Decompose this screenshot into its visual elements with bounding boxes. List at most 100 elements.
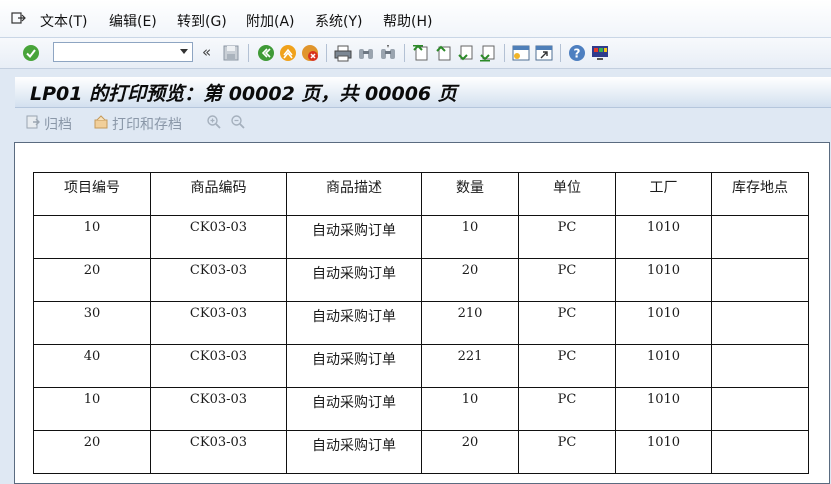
print-archive-label: 打印和存档 <box>112 117 182 133</box>
header-item-number: 项目编号 <box>33 172 151 216</box>
cell-storage-location <box>711 215 809 259</box>
menu-edit[interactable]: 编辑(E) <box>109 11 157 31</box>
collapse-chevron-icon[interactable]: « <box>202 43 211 61</box>
new-session-icon[interactable] <box>511 43 531 63</box>
previous-page-icon[interactable] <box>434 43 454 63</box>
standard-toolbar: « ? <box>0 38 831 69</box>
header-material-description: 商品描述 <box>286 172 422 216</box>
first-page-icon[interactable] <box>411 43 431 63</box>
cell-item-number: 20 <box>33 258 151 302</box>
cell-plant: 1010 <box>615 258 712 302</box>
cell-quantity: 221 <box>421 344 519 388</box>
table-row: 10 CK03-03 自动采购订单 10 PC 1010 <box>33 215 809 259</box>
cell-description: 自动采购订单 <box>286 301 422 345</box>
menu-exit-icon[interactable] <box>11 11 27 25</box>
cell-unit: PC <box>518 387 616 431</box>
cell-description: 自动采购订单 <box>286 215 422 259</box>
cell-unit: PC <box>518 215 616 259</box>
header-storage-location: 库存地点 <box>711 172 809 216</box>
header-unit: 单位 <box>518 172 616 216</box>
header-plant: 工厂 <box>615 172 712 216</box>
cell-quantity: 210 <box>421 301 519 345</box>
print-preview-page: 项目编号 商品编码 商品描述 数量 单位 工厂 库存地点 10 CK03-03 … <box>14 142 830 484</box>
exit-icon[interactable] <box>278 43 298 63</box>
cell-unit: PC <box>518 430 616 474</box>
enter-check-icon[interactable] <box>21 43 41 63</box>
last-page-icon[interactable] <box>478 43 498 63</box>
print-icon[interactable] <box>333 43 353 63</box>
chevron-down-icon[interactable] <box>180 49 188 54</box>
layout-menu-icon[interactable] <box>590 43 610 63</box>
menu-bar: 文本(T) 编辑(E) 转到(G) 附加(A) 系统(Y) 帮助(H) <box>0 0 831 38</box>
zoom-out-icon <box>231 115 245 129</box>
cell-plant: 1010 <box>615 387 712 431</box>
menu-goto[interactable]: 转到(G) <box>177 11 227 31</box>
find-next-icon[interactable] <box>378 43 398 63</box>
header-quantity: 数量 <box>421 172 519 216</box>
cell-plant: 1010 <box>615 344 712 388</box>
cell-description: 自动采购订单 <box>286 258 422 302</box>
cell-storage-location <box>711 387 809 431</box>
cell-plant: 1010 <box>615 301 712 345</box>
cell-item-number: 40 <box>33 344 151 388</box>
save-icon[interactable] <box>221 43 241 63</box>
command-field[interactable] <box>53 42 193 62</box>
cell-material-code: CK03-03 <box>150 215 287 259</box>
table-row: 10 CK03-03 自动采购订单 10 PC 1010 <box>33 387 809 431</box>
svg-text:?: ? <box>574 47 581 61</box>
zoom-in-button[interactable] <box>206 114 222 130</box>
table-header-row: 项目编号 商品编码 商品描述 数量 单位 工厂 库存地点 <box>33 172 809 216</box>
cell-item-number: 10 <box>33 215 151 259</box>
menu-extras[interactable]: 附加(A) <box>246 11 295 31</box>
toolbar-separator <box>248 44 249 62</box>
archive-icon <box>25 114 41 134</box>
cell-item-number: 10 <box>33 387 151 431</box>
cell-quantity: 10 <box>421 387 519 431</box>
items-table: 项目编号 商品编码 商品描述 数量 单位 工厂 库存地点 10 CK03-03 … <box>33 172 809 474</box>
archive-button[interactable]: 归档 <box>25 114 72 134</box>
print-archive-icon <box>93 114 109 134</box>
cell-description: 自动采购订单 <box>286 430 422 474</box>
cell-quantity: 10 <box>421 215 519 259</box>
cell-item-number: 20 <box>33 430 151 474</box>
cell-material-code: CK03-03 <box>150 301 287 345</box>
archive-label: 归档 <box>44 117 72 133</box>
table-row: 20 CK03-03 自动采购订单 20 PC 1010 <box>33 430 809 474</box>
toolbar-separator <box>504 44 505 62</box>
cell-quantity: 20 <box>421 430 519 474</box>
cell-quantity: 20 <box>421 258 519 302</box>
toolbar-separator <box>404 44 405 62</box>
cell-plant: 1010 <box>615 215 712 259</box>
cell-material-code: CK03-03 <box>150 430 287 474</box>
application-toolbar: 归档 打印和存档 <box>15 108 831 140</box>
shortcut-icon[interactable] <box>534 43 554 63</box>
cell-description: 自动采购订单 <box>286 387 422 431</box>
cell-material-code: CK03-03 <box>150 387 287 431</box>
find-icon[interactable] <box>356 43 376 63</box>
print-archive-button[interactable]: 打印和存档 <box>93 114 182 134</box>
toolbar-separator <box>560 44 561 62</box>
toolbar-separator <box>326 44 327 62</box>
zoom-out-button[interactable] <box>230 114 246 130</box>
cell-description: 自动采购订单 <box>286 344 422 388</box>
cancel-icon[interactable] <box>300 43 320 63</box>
cell-unit: PC <box>518 258 616 302</box>
menu-help[interactable]: 帮助(H) <box>383 11 432 31</box>
menu-system[interactable]: 系统(Y) <box>315 11 362 31</box>
title-bar: LP01 的打印预览：第 00002 页，共 00006 页 <box>15 77 831 108</box>
help-icon[interactable]: ? <box>567 43 587 63</box>
table-row: 30 CK03-03 自动采购订单 210 PC 1010 <box>33 301 809 345</box>
header-material-code: 商品编码 <box>150 172 287 216</box>
cell-item-number: 30 <box>33 301 151 345</box>
zoom-in-icon <box>207 115 221 129</box>
cell-storage-location <box>711 344 809 388</box>
menu-text[interactable]: 文本(T) <box>40 11 87 31</box>
cell-storage-location <box>711 301 809 345</box>
page-title: LP01 的打印预览：第 00002 页，共 00006 页 <box>30 83 457 105</box>
cell-storage-location <box>711 430 809 474</box>
table-row: 40 CK03-03 自动采购订单 221 PC 1010 <box>33 344 809 388</box>
next-page-icon[interactable] <box>456 43 476 63</box>
cell-storage-location <box>711 258 809 302</box>
cell-material-code: CK03-03 <box>150 344 287 388</box>
back-icon[interactable] <box>256 43 276 63</box>
